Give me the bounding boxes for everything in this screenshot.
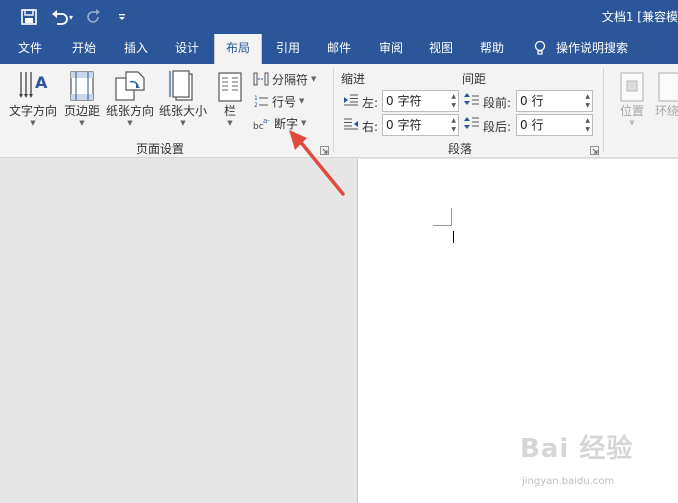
group-separator	[603, 68, 604, 152]
tab-home[interactable]: 开始	[62, 34, 106, 64]
page-corner-mark	[451, 208, 452, 226]
tab-mailings[interactable]: 邮件	[317, 34, 361, 64]
margins-icon	[62, 68, 102, 102]
orientation-label: 纸张方向	[105, 104, 154, 118]
line-numbers-dropdown-icon: ▼	[299, 97, 305, 105]
breaks-label: 分隔符	[272, 72, 309, 87]
line-numbers-button[interactable]: 12 行号 ▼	[253, 91, 304, 111]
tab-review[interactable]: 审阅	[369, 34, 413, 64]
watermark-logo: Bai 经验	[520, 434, 634, 464]
wrap-text-icon	[652, 68, 678, 102]
spacing-before-spinner-icon[interactable]: ▲ ▼	[585, 92, 590, 110]
orientation-dropdown-icon: ▼	[127, 119, 133, 127]
paragraph-launcher-icon[interactable]	[590, 144, 599, 155]
position-label: 位置	[619, 104, 644, 118]
svg-text:A: A	[35, 73, 48, 92]
paper-size-icon	[157, 68, 209, 102]
indent-right-spinner-icon[interactable]: ▲ ▼	[451, 116, 456, 134]
size-dropdown-icon: ▼	[180, 119, 186, 127]
columns-label: 栏	[223, 104, 236, 118]
save-icon[interactable]	[19, 7, 39, 27]
indent-title: 缩进	[341, 72, 366, 86]
size-button[interactable]: 纸张大小 ▼	[157, 68, 209, 128]
columns-dropdown-icon: ▼	[227, 119, 233, 127]
margins-label: 页边距	[63, 104, 100, 118]
tell-me-search[interactable]: 操作说明搜索	[556, 34, 640, 64]
spacing-after-icon	[464, 116, 480, 133]
page-corner-mark	[433, 225, 452, 226]
text-direction-icon: A	[6, 68, 60, 102]
position-icon	[612, 68, 652, 102]
tab-insert[interactable]: 插入	[114, 34, 158, 64]
document-workspace	[0, 159, 357, 503]
text-direction-dropdown-icon: ▼	[30, 119, 36, 127]
size-label: 纸张大小	[158, 104, 207, 118]
margins-dropdown-icon: ▼	[79, 119, 85, 127]
title-bar: ▾ 文档1 [兼容模	[0, 0, 678, 34]
indent-right-input[interactable]: 0 字符 ▲ ▼	[382, 114, 459, 136]
spacing-after-value: 0 行	[520, 118, 544, 132]
spacing-title: 间距	[462, 72, 487, 86]
wrap-text-label: 环绕	[654, 104, 678, 118]
breaks-dropdown-icon: ▼	[311, 75, 317, 83]
undo-dropdown-icon[interactable]: ▾	[66, 7, 76, 27]
paragraph-group-label: 段落	[447, 142, 472, 156]
indent-left-label: 左:	[362, 96, 379, 110]
orientation-icon	[104, 68, 156, 102]
spacing-before-value: 0 行	[520, 94, 544, 108]
indent-left-icon	[343, 94, 359, 109]
line-numbers-icon: 12	[254, 95, 268, 108]
hyphenation-icon: bca-	[253, 117, 270, 130]
spacing-after-label: 段后:	[483, 120, 512, 134]
indent-left-input[interactable]: 0 字符 ▲ ▼	[382, 90, 459, 112]
ribbon-tabs: 文件 开始 插入 设计 布局 引用 邮件 审阅 视图 帮助 操作说明搜索	[0, 34, 678, 64]
indent-right-value: 0 字符	[386, 118, 422, 132]
hyphenation-dropdown-icon: ▼	[301, 119, 307, 127]
tab-file[interactable]: 文件	[8, 34, 52, 64]
tab-design[interactable]: 设计	[165, 34, 209, 64]
svg-text:1: 1	[254, 95, 258, 102]
text-direction-button[interactable]: A 文字方向 ▼	[6, 68, 60, 128]
columns-icon	[214, 68, 246, 102]
position-dropdown-icon: ▼	[629, 119, 635, 127]
breaks-icon	[253, 72, 269, 86]
position-button[interactable]: 位置 ▼	[612, 68, 652, 128]
svg-text:2: 2	[254, 102, 258, 108]
watermark-url: jingyan.baidu.com	[522, 476, 615, 487]
redo-icon[interactable]	[84, 7, 104, 27]
tab-view[interactable]: 视图	[419, 34, 463, 64]
lightbulb-icon[interactable]	[530, 34, 550, 64]
margins-button[interactable]: 页边距 ▼	[62, 68, 102, 128]
columns-button[interactable]: 栏 ▼	[214, 68, 246, 128]
spacing-after-spinner-icon[interactable]: ▲ ▼	[585, 116, 590, 134]
indent-left-spinner-icon[interactable]: ▲ ▼	[451, 92, 456, 110]
text-direction-label: 文字方向	[8, 104, 57, 118]
breaks-button[interactable]: 分隔符 ▼	[253, 69, 316, 89]
spacing-before-label: 段前:	[483, 96, 512, 110]
spacing-before-input[interactable]: 0 行 ▲ ▼	[516, 90, 593, 112]
document-title: 文档1 [兼容模	[601, 10, 678, 24]
page-setup-group-label: 页面设置	[135, 142, 184, 156]
tab-references[interactable]: 引用	[266, 34, 310, 64]
wrap-text-button[interactable]: 环绕	[652, 68, 678, 118]
indent-left-value: 0 字符	[386, 94, 422, 108]
spacing-after-input[interactable]: 0 行 ▲ ▼	[516, 114, 593, 136]
annotation-arrow-icon	[289, 130, 345, 196]
tab-layout[interactable]: 布局	[214, 34, 262, 64]
text-cursor	[453, 231, 454, 243]
indent-right-label: 右:	[362, 120, 379, 134]
tab-help[interactable]: 帮助	[470, 34, 514, 64]
line-numbers-label: 行号	[272, 94, 297, 109]
spacing-before-icon	[464, 92, 480, 109]
customize-toolbar-icon[interactable]	[112, 7, 132, 27]
svg-text:a-: a-	[263, 117, 270, 125]
orientation-button[interactable]: 纸张方向 ▼	[104, 68, 156, 128]
